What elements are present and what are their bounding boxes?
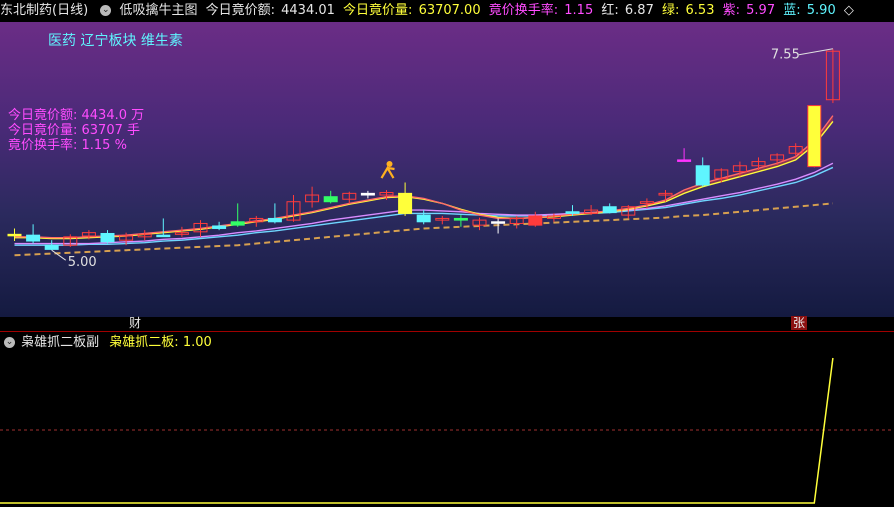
candle-body	[267, 217, 282, 223]
auction-volume-value: 63707.00	[418, 3, 481, 18]
blue-value: 5.90	[806, 3, 836, 18]
candlestick-chart[interactable]: 7.55 5.00	[0, 22, 894, 317]
chart-header: 东北制药(日线) ⌄ 低吸擒牛主图 今日竟价额: 4434.01 今日竟价量: …	[0, 0, 894, 22]
candle-body	[100, 232, 115, 243]
auction-volume-label: 今日竟价量:	[343, 3, 413, 18]
candle-body	[602, 206, 617, 214]
chevron-down-icon[interactable]: ⌄	[100, 5, 112, 16]
indicator-name[interactable]: 低吸擒牛主图	[119, 3, 197, 18]
stock-name[interactable]: 东北制药(日线)	[0, 3, 88, 18]
auction-amount-value: 4434.01	[281, 3, 335, 18]
turnover-value: 1.15	[564, 3, 594, 18]
auction-amount-label: 今日竟价额:	[205, 3, 275, 18]
candle-body	[230, 221, 245, 226]
candle-body	[528, 215, 543, 226]
blue-label: 蓝:	[783, 3, 801, 18]
expand-icon[interactable]: ◇	[844, 3, 854, 18]
high-price-label: 7.55	[771, 48, 800, 63]
sub-indicator-chart[interactable]	[0, 352, 894, 507]
pane-divider[interactable]	[0, 331, 894, 332]
turnover-label: 竟价换手率:	[488, 3, 559, 18]
candle-body	[7, 233, 22, 237]
candle-body	[398, 192, 413, 214]
green-label: 绿:	[661, 3, 680, 18]
sub-title[interactable]: 枭雄抓二板副	[21, 335, 99, 350]
zhang-badge[interactable]: 张	[791, 316, 808, 330]
sub-value: 1.00	[182, 335, 212, 350]
candle-body	[807, 105, 822, 168]
candle-body	[677, 159, 692, 162]
red-value: 6.87	[624, 3, 654, 18]
low-price-label: 5.00	[68, 255, 97, 270]
candle-body	[44, 244, 59, 250]
candle-body	[491, 221, 506, 224]
low-marker-line	[51, 249, 66, 261]
candle-body	[360, 192, 375, 196]
candle-body	[416, 214, 431, 223]
candle-body	[156, 234, 171, 238]
runner-icon-body	[380, 165, 395, 179]
chevron-down-icon[interactable]: ⌄	[4, 337, 15, 348]
sub-value-label: 枭雄抓二板:	[109, 335, 179, 350]
red-label: 红:	[601, 3, 619, 18]
cai-badge[interactable]: 财	[129, 316, 141, 330]
ma-purple-line	[14, 162, 834, 245]
candle-body	[212, 225, 227, 229]
candle-body	[565, 211, 580, 214]
candle-body	[26, 234, 41, 242]
candle-body	[453, 217, 468, 221]
candle-body	[323, 196, 338, 203]
green-value: 6.53	[685, 3, 715, 18]
sub-header: ⌄ 枭雄抓二板副 枭雄抓二板: 1.00	[0, 334, 894, 352]
purple-value: 5.97	[746, 3, 776, 18]
purple-label: 紫:	[722, 3, 740, 18]
candle-body	[695, 165, 710, 186]
